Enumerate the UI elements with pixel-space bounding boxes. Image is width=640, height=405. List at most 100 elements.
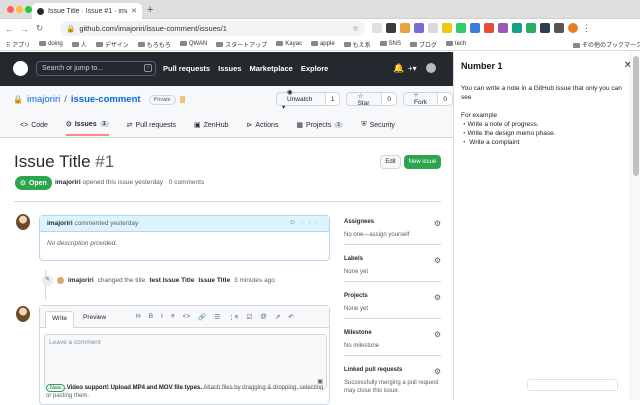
fork-count[interactable]: 0 <box>437 93 452 105</box>
star-count[interactable]: 0 <box>381 93 397 105</box>
comment-textarea[interactable]: Leave a comment ▣ <box>44 334 327 389</box>
author-link[interactable]: imajoriri <box>55 179 81 186</box>
quote-icon[interactable]: ≡ <box>171 313 175 321</box>
repo-name-link[interactable]: issue-comment <box>71 94 141 105</box>
gear-icon[interactable]: ⚙ <box>434 256 441 265</box>
avatar[interactable] <box>16 214 30 230</box>
star-button[interactable]: ☆ Star 0 <box>346 92 398 107</box>
preview-tab[interactable]: Preview <box>77 311 112 324</box>
create-new-dropdown[interactable]: +▾ <box>408 64 417 73</box>
avatar[interactable] <box>16 306 30 322</box>
github-logo-icon[interactable] <box>13 61 28 76</box>
new-issue-button[interactable]: New issue <box>404 155 441 169</box>
tab-code[interactable]: <> Code <box>20 120 48 136</box>
event-time[interactable]: 3 minutes ago <box>234 277 275 284</box>
extension-icon[interactable] <box>372 23 382 33</box>
bookmark-item[interactable]: デザイン <box>95 40 129 49</box>
sidebar-heading[interactable]: Milestone <box>344 330 441 336</box>
other-bookmarks[interactable]: その他のブックマーク <box>573 40 640 49</box>
mention-icon[interactable]: @ <box>260 313 267 321</box>
nav-pull-requests[interactable]: Pull requests <box>163 64 210 73</box>
heading-icon[interactable]: H <box>136 313 141 321</box>
sidebar-heading[interactable]: Labels <box>344 256 441 262</box>
tab-actions[interactable]: ⊳ Actions <box>247 120 279 136</box>
profile-avatar-icon[interactable] <box>568 23 578 33</box>
ordered-list-icon[interactable]: ⋮≡ <box>228 313 238 321</box>
edit-title-button[interactable]: Edit <box>380 155 401 169</box>
nav-issues[interactable]: Issues <box>218 64 241 73</box>
gear-icon[interactable]: ⚙ <box>434 330 441 339</box>
tab-zenhub[interactable]: ▣ ZenHub <box>194 120 229 136</box>
menu-kebab-icon[interactable]: ⋮ <box>582 23 592 33</box>
sidebar-heading[interactable]: Assignees <box>344 219 441 225</box>
comment-time[interactable]: commented yesterday <box>74 220 138 227</box>
scrollbar-thumb[interactable] <box>633 56 639 176</box>
browser-tab[interactable]: Issue Title · Issue #1 · imajoririri ✕ <box>32 3 142 19</box>
extension-icon[interactable] <box>526 23 536 33</box>
bookmark-item[interactable]: スタートアップ <box>216 40 267 49</box>
code-icon[interactable]: <> <box>183 313 191 321</box>
extension-icon[interactable] <box>414 23 424 33</box>
sidebar-heading[interactable]: Projects <box>344 293 441 299</box>
search-input[interactable]: Search or jump to... / <box>36 61 156 76</box>
extension-icon[interactable] <box>400 23 410 33</box>
extensions-puzzle-icon[interactable] <box>554 23 564 33</box>
link-icon[interactable]: 🔗 <box>198 313 206 321</box>
address-bar[interactable]: 🔒 github.com/imajoriri/issue-comment/iss… <box>60 21 365 36</box>
gear-icon[interactable]: ⚙ <box>434 367 441 376</box>
tab-projects[interactable]: ▦ Projects 1 <box>296 120 344 136</box>
watch-button[interactable]: ◉ Unwatch ▾ 1 <box>276 89 341 111</box>
watch-count[interactable]: 1 <box>324 93 340 105</box>
event-avatar[interactable] <box>57 277 64 284</box>
bookmark-item[interactable]: SNS <box>379 40 401 47</box>
bookmark-item[interactable]: ⠿ アプリ <box>6 40 30 49</box>
kebab-icon[interactable]: ··· <box>301 219 323 226</box>
bookmark-item[interactable]: もえ系 <box>343 40 371 49</box>
bookmark-item[interactable]: もろもろ <box>137 40 171 49</box>
extension-icon[interactable] <box>540 23 550 33</box>
nav-marketplace[interactable]: Marketplace <box>249 64 292 73</box>
reload-icon[interactable]: ↻ <box>34 23 45 34</box>
new-tab-icon[interactable]: + <box>147 4 153 16</box>
bookmark-item[interactable]: doing <box>39 40 63 47</box>
floating-note-box[interactable] <box>527 379 618 391</box>
extension-icon[interactable] <box>498 23 508 33</box>
extension-icon[interactable] <box>442 23 452 33</box>
minimize-window-icon[interactable] <box>16 6 23 13</box>
close-window-icon[interactable] <box>7 6 14 13</box>
tab-issues[interactable]: ⊙ Issues 1 <box>65 120 109 136</box>
user-avatar[interactable] <box>426 63 436 73</box>
back-icon[interactable]: ← <box>4 24 15 34</box>
extension-icon[interactable] <box>456 23 466 33</box>
bookmark-item[interactable]: QWAN <box>179 40 207 47</box>
event-author-link[interactable]: imajoriri <box>68 277 94 284</box>
smiley-icon[interactable]: ☺ <box>289 219 301 226</box>
scrollbar[interactable] <box>630 52 640 400</box>
comment-author-link[interactable]: imajoriri <box>47 220 73 227</box>
maximize-window-icon[interactable] <box>25 6 32 13</box>
extension-icon[interactable] <box>470 23 480 33</box>
nav-explore[interactable]: Explore <box>301 64 329 73</box>
bookmark-item[interactable]: 人 <box>71 40 87 49</box>
bookmark-item[interactable]: tech <box>446 40 466 47</box>
cross-reference-icon[interactable]: ↗ <box>275 313 280 321</box>
repo-owner-link[interactable]: imajoriri <box>27 94 60 105</box>
gear-icon[interactable]: ⚙ <box>434 293 441 302</box>
reply-icon[interactable]: ↶ <box>288 313 293 321</box>
fork-button[interactable]: ⑂ Fork 0 <box>403 92 453 106</box>
extension-icon[interactable] <box>512 23 522 33</box>
sidebar-value[interactable]: No one—assign yourself <box>344 231 441 239</box>
gear-icon[interactable]: ⚙ <box>434 219 441 228</box>
notifications-bell-icon[interactable]: 🔔 <box>393 63 404 74</box>
bookmark-star-icon[interactable]: ☆ <box>352 24 359 33</box>
bookmark-item[interactable]: apple <box>310 40 335 47</box>
task-list-icon[interactable]: ☑ <box>246 313 252 321</box>
extension-icon[interactable] <box>428 23 438 33</box>
extension-icon[interactable] <box>484 23 494 33</box>
extension-icon[interactable] <box>386 23 396 33</box>
tab-pull-requests[interactable]: ⇄ Pull requests <box>127 120 176 136</box>
panel-note[interactable]: You can write a note in a GitHub issue t… <box>461 84 631 147</box>
unordered-list-icon[interactable]: ☰ <box>214 313 220 321</box>
forward-icon[interactable]: → <box>19 24 30 34</box>
bookmark-item[interactable]: Kayac <box>276 40 302 47</box>
